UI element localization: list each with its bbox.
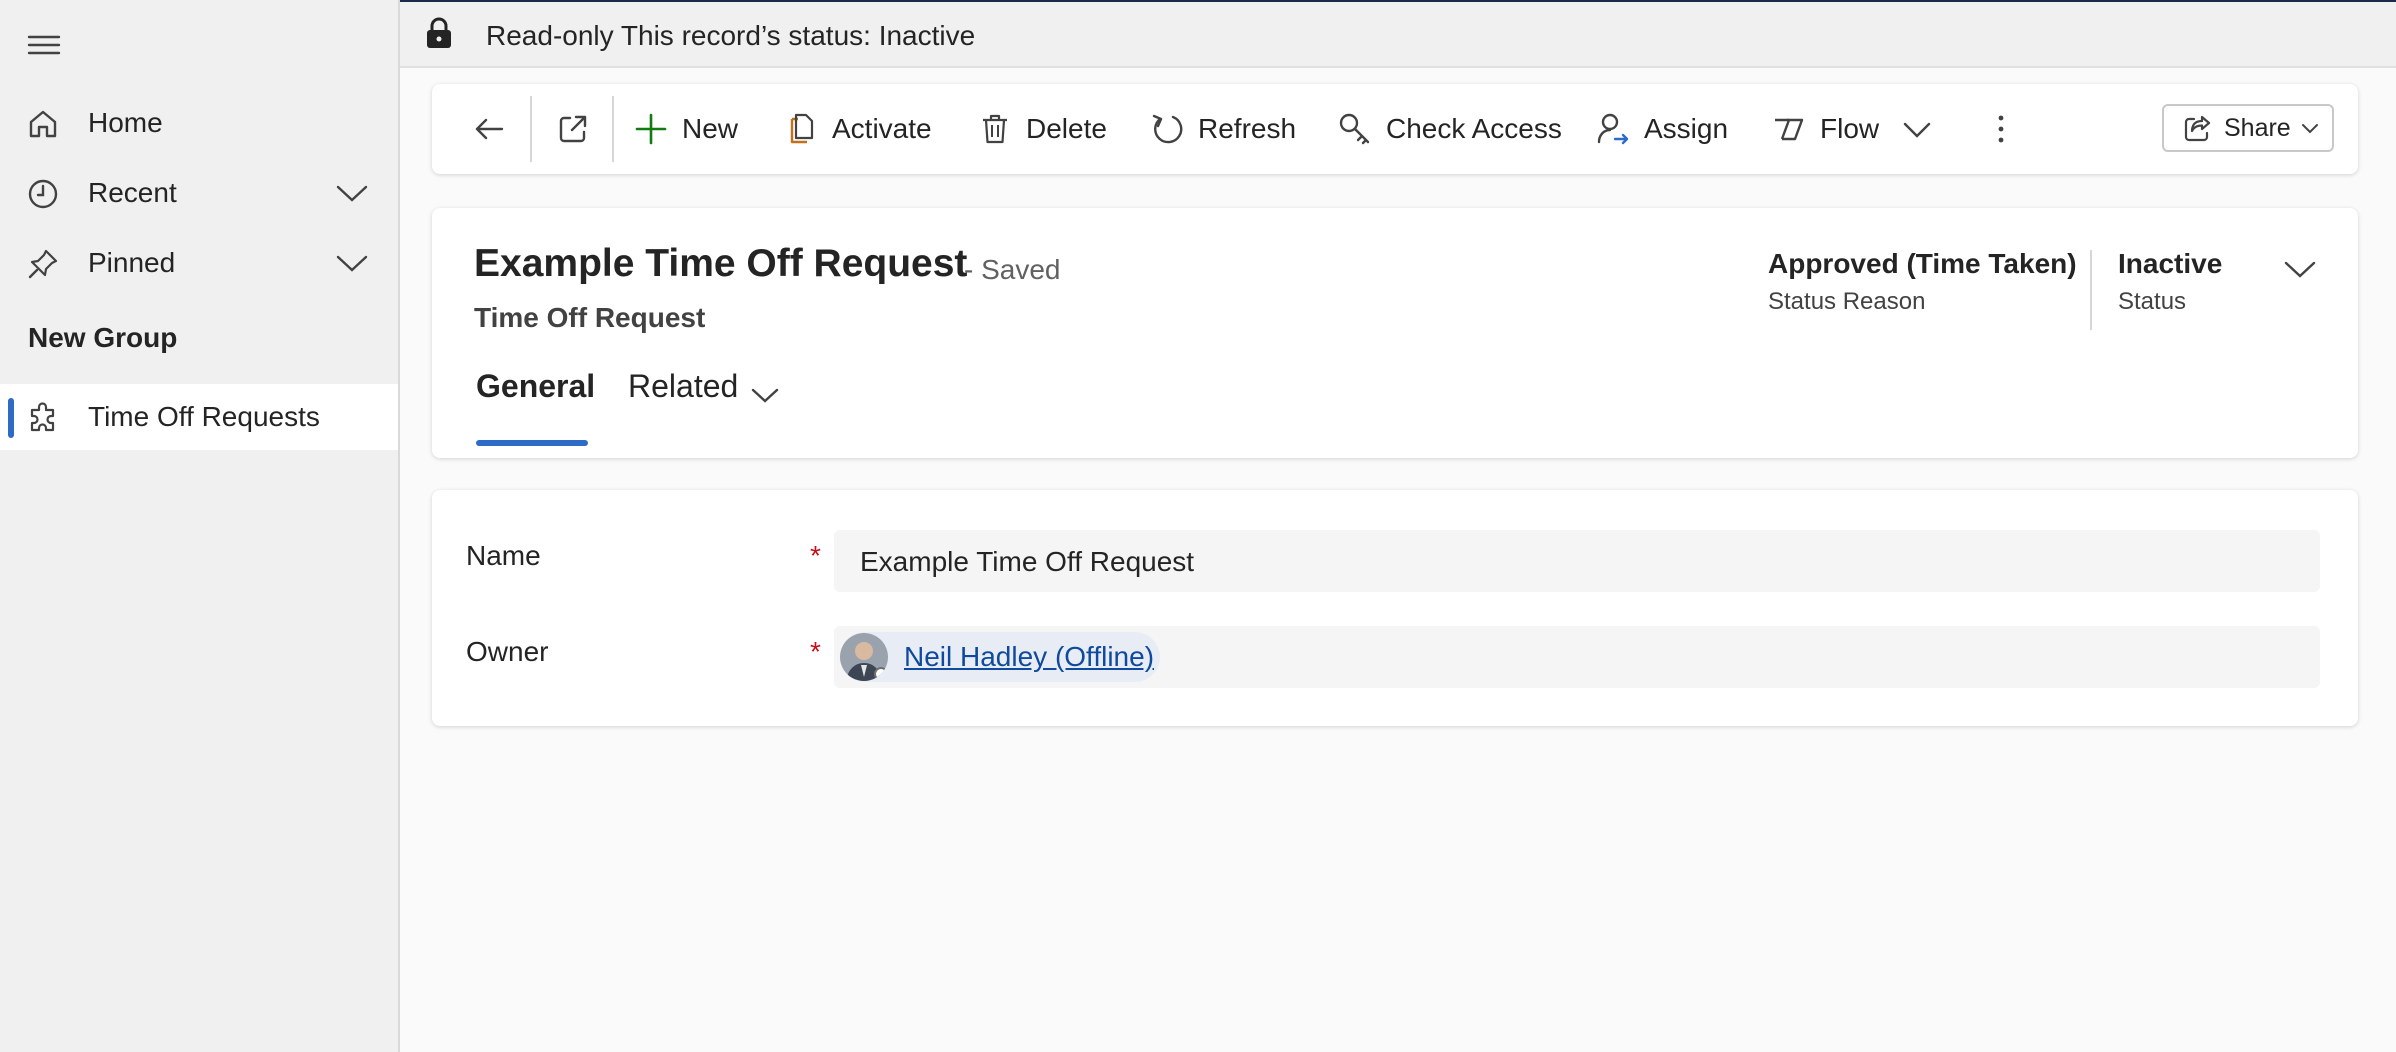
home-icon xyxy=(26,107,60,141)
refresh-button[interactable]: Refresh xyxy=(1150,84,1296,174)
new-button[interactable]: New xyxy=(634,84,738,174)
owner-field-label: Owner xyxy=(466,636,549,667)
check-access-button-label: Check Access xyxy=(1386,113,1562,144)
open-in-new-window-icon xyxy=(556,112,590,146)
sidebar-item-recent[interactable]: Recent xyxy=(0,160,398,226)
chevron-down-icon xyxy=(1900,112,1934,146)
selected-indicator xyxy=(8,398,14,438)
tab-label: Related xyxy=(628,368,739,404)
entity-name: Time Off Request xyxy=(474,302,706,333)
owner-link[interactable]: Neil Hadley (Offline) xyxy=(904,641,1154,673)
status-reason-label: Status Reason xyxy=(1768,288,1926,315)
header-expand-chevron-icon[interactable] xyxy=(2282,256,2318,282)
owner-lookup-field[interactable]: Neil Hadley (Offline) xyxy=(834,626,2320,688)
sidebar: Home Recent Pinned New Group Time Off Re… xyxy=(0,0,400,1052)
header-field-divider xyxy=(2090,250,2092,330)
refresh-icon xyxy=(1150,112,1184,146)
active-tab-indicator xyxy=(476,440,588,446)
check-access-button[interactable]: Check Access xyxy=(1338,84,1562,174)
record-title: Example Time Off Request xyxy=(474,242,968,285)
avatar xyxy=(840,633,888,681)
sidebar-item-label: Pinned xyxy=(88,247,176,278)
hamburger-menu-icon[interactable] xyxy=(26,30,62,60)
delete-button-label: Delete xyxy=(1026,113,1107,144)
back-button[interactable] xyxy=(472,84,520,174)
sidebar-item-pinned[interactable]: Pinned xyxy=(0,230,398,296)
more-vertical-icon xyxy=(1984,112,2018,146)
toolbar-divider xyxy=(530,96,532,162)
general-form-section: Name * Example Time Off Request Owner * … xyxy=(432,490,2358,726)
chevron-down-icon[interactable] xyxy=(334,180,370,206)
arrow-left-icon xyxy=(472,112,506,146)
name-field-label: Name xyxy=(466,540,541,571)
flow-dropdown-button[interactable] xyxy=(1900,84,1948,174)
lock-icon xyxy=(424,16,454,50)
record-header: Example Time Off Request - Saved Time Of… xyxy=(432,208,2358,458)
save-status: - Saved xyxy=(964,254,1061,285)
flow-button-label: Flow xyxy=(1820,113,1880,144)
status-value: Inactive xyxy=(2118,248,2223,279)
chevron-down-icon[interactable] xyxy=(750,384,780,406)
tab-label: General xyxy=(476,368,596,404)
open-in-new-window-button[interactable] xyxy=(556,84,604,174)
activate-button[interactable]: Activate xyxy=(784,84,932,174)
banner-text: Read-only This record’s status: Inactive xyxy=(486,20,976,51)
read-only-banner: Read-only This record’s status: Inactive xyxy=(400,0,2396,68)
new-button-label: New xyxy=(682,113,739,144)
puzzle-icon xyxy=(26,401,60,435)
chevron-down-icon xyxy=(2301,121,2319,135)
tab-related[interactable]: Related xyxy=(628,368,738,438)
status-reason-value: Approved (Time Taken) xyxy=(1768,248,2077,279)
more-commands-button[interactable] xyxy=(1984,84,2032,174)
plus-icon xyxy=(634,112,668,146)
activate-document-icon xyxy=(784,112,818,146)
sidebar-group-title: New Group xyxy=(28,322,178,353)
owner-lookup-item[interactable]: Neil Hadley (Offline) xyxy=(840,632,1161,682)
assign-button[interactable]: Assign xyxy=(1596,84,1728,174)
tab-general[interactable]: General xyxy=(476,368,595,438)
sidebar-item-label: Home xyxy=(88,107,163,138)
presence-offline-icon xyxy=(874,667,888,681)
delete-button[interactable]: Delete xyxy=(978,84,1107,174)
assign-user-icon xyxy=(1596,112,1630,146)
share-button[interactable]: Share xyxy=(2162,104,2334,152)
sidebar-item-home[interactable]: Home xyxy=(0,90,398,156)
command-bar: New Activate Delete Refresh Check Access… xyxy=(432,84,2358,174)
sidebar-item-label: Time Off Requests xyxy=(88,401,320,432)
share-icon xyxy=(2182,113,2212,143)
chevron-down-icon[interactable] xyxy=(334,250,370,276)
flow-button[interactable]: Flow xyxy=(1772,84,1879,174)
name-field-value: Example Time Off Request xyxy=(860,546,1195,577)
assign-button-label: Assign xyxy=(1644,113,1729,144)
required-marker: * xyxy=(810,636,821,667)
name-field[interactable]: Example Time Off Request xyxy=(834,530,2320,592)
refresh-button-label: Refresh xyxy=(1198,113,1297,144)
pin-icon xyxy=(26,247,60,281)
trash-icon xyxy=(978,112,1012,146)
flow-icon xyxy=(1772,112,1806,146)
sidebar-item-label: Recent xyxy=(88,177,177,208)
share-button-label: Share xyxy=(2224,113,2291,142)
sidebar-item-time-off-requests[interactable]: Time Off Requests xyxy=(0,384,398,450)
toolbar-divider xyxy=(612,96,614,162)
clock-icon xyxy=(26,177,60,211)
activate-button-label: Activate xyxy=(832,113,932,144)
key-icon xyxy=(1338,112,1372,146)
required-marker: * xyxy=(810,540,821,571)
status-label: Status xyxy=(2118,288,2187,315)
